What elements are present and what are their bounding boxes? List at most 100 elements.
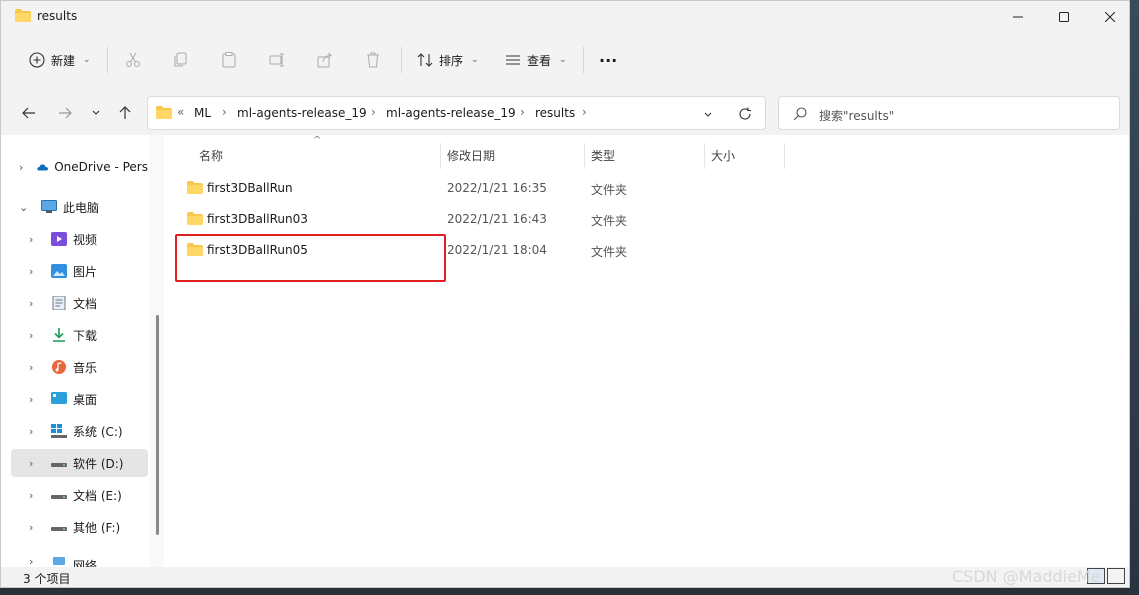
nav-item-label: 桌面 [73, 392, 98, 407]
music-icon [52, 360, 66, 374]
chevron-right-icon[interactable]: › [29, 521, 43, 534]
overflow-crumbs[interactable]: « [177, 105, 184, 119]
forward-button[interactable] [55, 103, 75, 123]
nav-item-label: 网络 [73, 559, 98, 567]
nav-item-drive-f[interactable]: › 其他 (F:) [21, 513, 158, 541]
breadcrumb-item[interactable]: ML [194, 106, 211, 120]
title-bar[interactable]: results [1, 1, 1129, 33]
chevron-right-icon[interactable]: › [29, 265, 43, 278]
drive-icon [51, 463, 67, 467]
column-header-type[interactable]: 类型 [591, 141, 615, 169]
chevron-right-icon[interactable]: › [222, 105, 227, 119]
nav-item-videos[interactable]: › 视频 [21, 225, 158, 253]
chevron-right-icon[interactable]: › [29, 297, 43, 310]
chevron-right-icon[interactable]: › [29, 555, 43, 567]
back-button[interactable] [19, 103, 39, 123]
arrow-left-icon [22, 107, 35, 119]
chevron-down-icon[interactable] [703, 110, 713, 120]
share-icon [317, 52, 332, 68]
item-count: 3 个项目 [23, 572, 71, 586]
column-divider[interactable] [584, 143, 585, 169]
nav-item-pictures[interactable]: › 图片 [21, 257, 158, 285]
new-label: 新建 [51, 53, 76, 68]
up-button[interactable] [115, 103, 135, 123]
nav-item-drive-e[interactable]: › 文档 (E:) [21, 481, 158, 509]
plus-circle-icon [29, 52, 45, 68]
chevron-right-icon[interactable]: › [29, 489, 43, 502]
file-row[interactable]: first3DBallRun 2022/1/21 16:35 文件夹 [175, 174, 775, 202]
sort-icon [417, 53, 433, 67]
breadcrumb-item[interactable]: results [535, 106, 575, 120]
minimize-button[interactable] [995, 1, 1041, 33]
nav-item-onedrive[interactable]: › OneDrive - Pers [11, 153, 148, 181]
chevron-right-icon[interactable]: › [29, 329, 43, 342]
nav-item-music[interactable]: › 音乐 [21, 353, 158, 381]
file-row[interactable]: first3DBallRun03 2022/1/21 16:43 文件夹 [175, 205, 775, 233]
close-button[interactable] [1087, 1, 1129, 33]
nav-scrollbar[interactable] [156, 315, 159, 535]
recent-locations-button[interactable] [86, 103, 106, 123]
new-button[interactable]: 新建 ⌄ [29, 47, 91, 73]
nav-item-label: OneDrive - Pers [54, 160, 148, 174]
chevron-right-icon[interactable]: › [29, 425, 43, 438]
nav-item-desktop[interactable]: › 桌面 [21, 385, 158, 413]
nav-item-drive-c[interactable]: › 系统 (C:) [21, 417, 158, 445]
chevron-right-icon[interactable]: › [29, 457, 43, 470]
chevron-right-icon[interactable]: › [520, 105, 525, 119]
more-button[interactable]: ··· [599, 47, 617, 73]
refresh-icon[interactable] [738, 107, 752, 121]
nav-item-label: 其他 (F:) [73, 520, 121, 535]
breadcrumb-item[interactable]: ml-agents-release_19 [237, 106, 367, 120]
toolbar-divider [107, 47, 108, 73]
breadcrumb-item[interactable]: ml-agents-release_19 [386, 106, 516, 120]
chevron-right-icon[interactable]: › [29, 393, 43, 406]
view-label: 查看 [527, 53, 552, 68]
cut-button[interactable] [125, 47, 141, 73]
chevron-down-icon[interactable]: ⌄ [19, 201, 33, 214]
desktop-background [1129, 0, 1139, 595]
column-header-date[interactable]: 修改日期 [447, 141, 495, 169]
sort-ascending-icon: ^ [313, 135, 322, 146]
chevron-right-icon[interactable]: › [19, 161, 29, 174]
nav-item-label: 系统 (C:) [73, 424, 123, 439]
chevron-down-icon: ⌄ [559, 55, 567, 65]
view-button[interactable]: 查看 ⌄ [505, 47, 567, 73]
file-name: first3DBallRun [207, 181, 293, 195]
nav-item-label: 音乐 [73, 360, 98, 375]
maximize-button[interactable] [1041, 1, 1087, 33]
nav-item-documents[interactable]: › 文档 [21, 289, 158, 317]
column-divider[interactable] [784, 143, 785, 169]
sort-button[interactable]: 排序 ⌄ [417, 47, 479, 73]
nav-item-label: 文档 [73, 296, 98, 311]
column-divider[interactable] [704, 143, 705, 169]
minimize-icon [1013, 16, 1023, 18]
nav-item-label: 此电脑 [63, 200, 100, 215]
search-box[interactable]: 搜索"results" [778, 96, 1120, 130]
explorer-window: results 新建 ⌄ 排序 ⌄ 查看 ⌄ ··· « ML › ml-age… [0, 0, 1130, 588]
paste-button[interactable] [221, 47, 237, 73]
rename-button[interactable] [269, 47, 285, 73]
share-button[interactable] [317, 47, 333, 73]
chevron-right-icon[interactable]: › [29, 233, 43, 246]
column-header-size[interactable]: 大小 [711, 141, 735, 169]
nav-item-downloads[interactable]: › 下载 [21, 321, 158, 349]
file-type: 文件夹 [591, 183, 628, 197]
column-header-name[interactable]: 名称 [199, 141, 223, 169]
tiles-view-button[interactable] [1107, 568, 1125, 584]
nav-item-this-pc[interactable]: ⌄ 此电脑 [11, 193, 148, 221]
nav-item-label: 文档 (E:) [73, 488, 122, 503]
column-divider[interactable] [440, 143, 441, 169]
delete-button[interactable] [365, 47, 381, 73]
copy-button[interactable] [173, 47, 189, 73]
address-bar[interactable]: « ML › ml-agents-release_19 › ml-agents-… [147, 96, 766, 130]
chevron-right-icon[interactable]: › [29, 361, 43, 374]
network-icon [53, 557, 65, 565]
chevron-right-icon[interactable]: › [582, 105, 587, 119]
nav-item-network[interactable]: › 网络 [21, 553, 158, 567]
pc-icon [41, 200, 57, 213]
paste-icon [222, 52, 236, 68]
nav-item-drive-d[interactable]: › 软件 (D:) [11, 449, 148, 477]
chevron-right-icon[interactable]: › [371, 105, 376, 119]
chevron-down-icon: ⌄ [83, 55, 91, 65]
file-date: 2022/1/21 16:35 [447, 181, 547, 195]
